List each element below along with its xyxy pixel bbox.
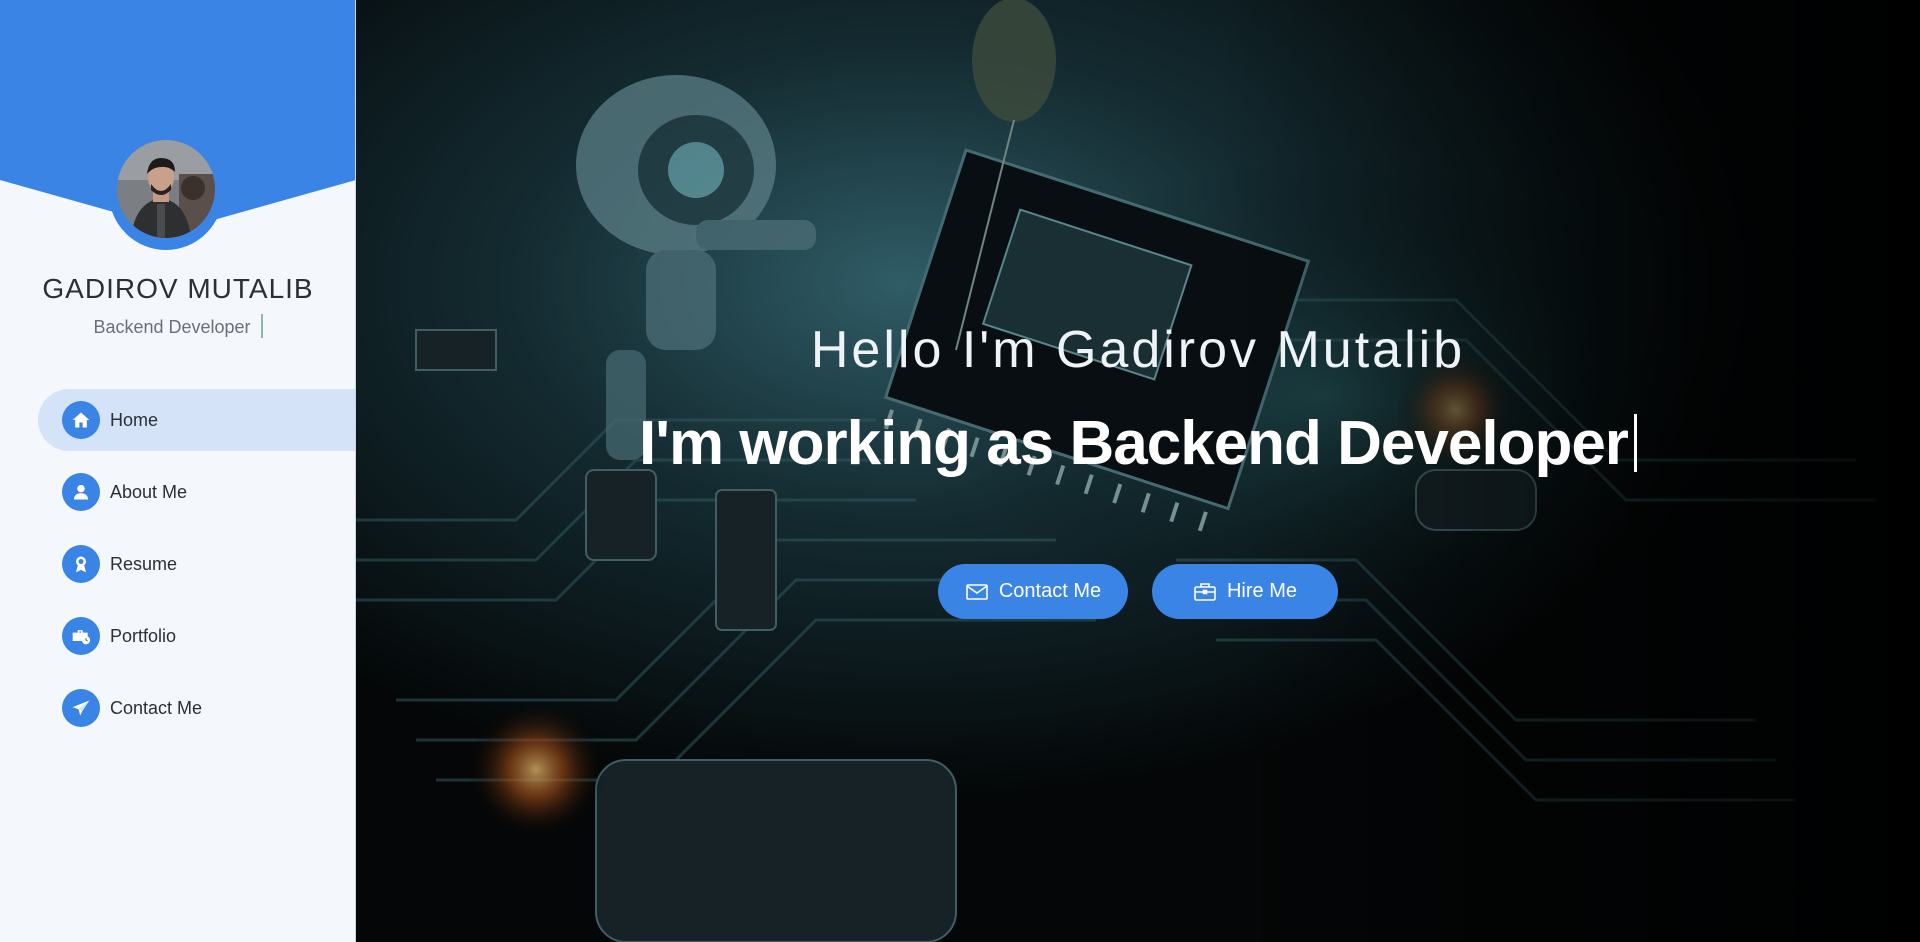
envelope-icon: [966, 583, 988, 600]
avatar: [117, 140, 215, 238]
sidebar-item-portfolio[interactable]: Portfolio: [38, 605, 355, 667]
typing-caret: [260, 314, 263, 338]
hero-buttons: Contact Me Hire Me: [356, 564, 1920, 619]
hero-section: Hello I'm Gadirov Mutalib I'm working as…: [356, 0, 1920, 942]
home-icon: [62, 401, 100, 439]
hero-tagline-role: Backend Developer: [1069, 409, 1628, 478]
profile-name: GADIROV MUTALIB: [42, 273, 314, 304]
hire-me-label: Hire Me: [1226, 580, 1297, 602]
sidebar-item-home[interactable]: Home: [38, 389, 355, 451]
avatar-frame: [109, 136, 223, 250]
hero-greeting: Hello I'm Gadirov Mutalib: [810, 321, 1466, 379]
sidebar-item-label: Home: [110, 409, 159, 430]
sidebar-item-contact[interactable]: Contact Me: [38, 677, 355, 739]
briefcase-icon: [1194, 582, 1216, 601]
award-icon: [62, 545, 100, 583]
sidebar-item-label: Resume: [110, 553, 178, 574]
hire-me-button[interactable]: Hire Me: [1152, 564, 1338, 619]
paper-plane-icon: [62, 689, 100, 727]
hero-content: Hello I'm Gadirov Mutalib I'm working as…: [356, 0, 1920, 942]
sidebar: GADIROV MUTALIB Backend Developer Home A…: [0, 0, 356, 942]
profile-role: Backend Developer: [0, 314, 355, 338]
hero-tagline: I'm working as Backend Developer: [356, 408, 1920, 479]
contact-me-button[interactable]: Contact Me: [938, 564, 1128, 619]
profile-role-text: Backend Developer: [93, 317, 251, 337]
hero-tagline-prefix: I'm working as: [639, 409, 1070, 478]
sidebar-nav: Home About Me Resume Portfolio Contact M…: [38, 389, 355, 749]
sidebar-item-label: About Me: [110, 481, 188, 502]
briefcase-clock-icon: [62, 617, 100, 655]
sidebar-item-label: Portfolio: [110, 625, 177, 646]
user-icon: [62, 473, 100, 511]
contact-me-label: Contact Me: [998, 580, 1102, 602]
sidebar-item-about[interactable]: About Me: [38, 461, 355, 523]
typing-caret: [1633, 414, 1637, 472]
sidebar-item-resume[interactable]: Resume: [38, 533, 355, 595]
sidebar-item-label: Contact Me: [110, 697, 203, 718]
